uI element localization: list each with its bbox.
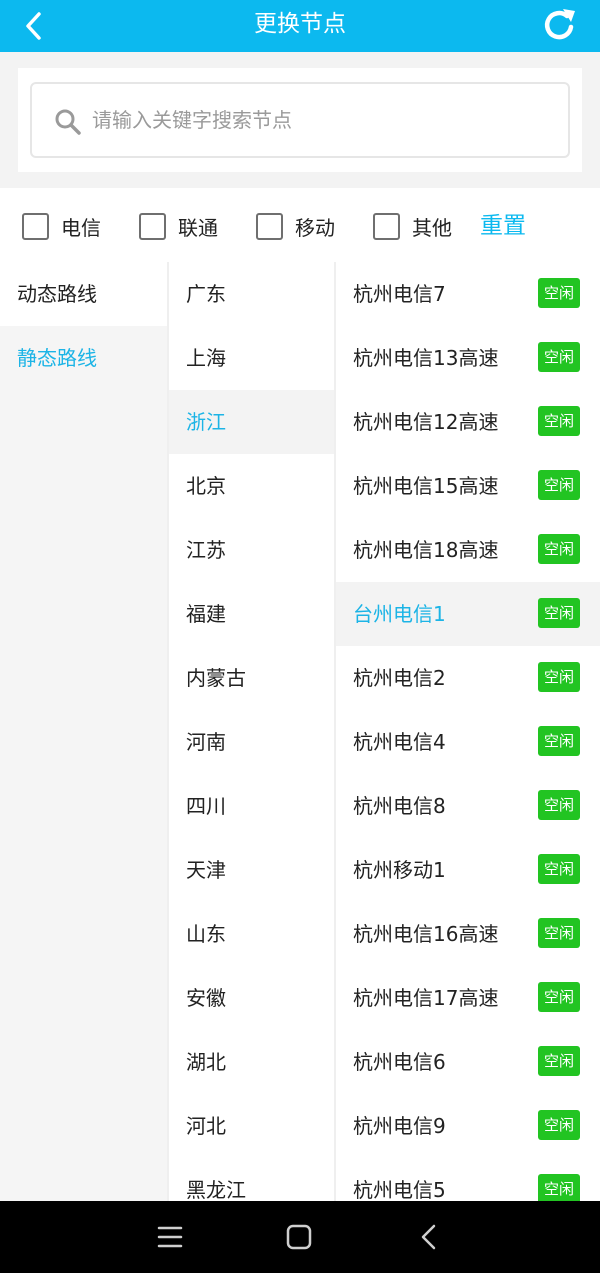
region-item[interactable]: 北京: [169, 454, 335, 518]
node-item[interactable]: 杭州电信15高速 空闲: [336, 454, 600, 518]
region-item[interactable]: 天津: [169, 838, 335, 902]
region-item[interactable]: 上海: [169, 326, 335, 390]
node-item[interactable]: 杭州电信7 空闲: [336, 262, 600, 326]
checkbox-icon[interactable]: [139, 212, 166, 240]
region-item[interactable]: 广东: [169, 262, 335, 326]
region-item[interactable]: 江苏: [169, 518, 335, 582]
route-type-dynamic[interactable]: 动态路线: [0, 262, 167, 326]
node-name: 杭州电信16高速: [353, 922, 499, 946]
filter-label: 联通: [178, 215, 218, 240]
recent-apps-icon[interactable]: [154, 1221, 186, 1253]
status-badge: 空闲: [538, 790, 580, 820]
node-item[interactable]: 杭州电信5 空闲: [336, 1158, 600, 1201]
reset-button[interactable]: 重置: [480, 206, 526, 240]
app-header: 更换节点: [0, 0, 600, 52]
node-item[interactable]: 杭州电信18高速 空闲: [336, 518, 600, 582]
status-badge: 空闲: [538, 726, 580, 756]
node-item[interactable]: 杭州电信12高速 空闲: [336, 390, 600, 454]
checkbox-icon[interactable]: [373, 212, 400, 240]
node-item-selected[interactable]: 台州电信1 空闲: [336, 582, 600, 646]
search-box[interactable]: [30, 82, 570, 158]
status-badge: 空闲: [538, 598, 580, 628]
status-badge: 空闲: [538, 1174, 580, 1201]
node-item[interactable]: 杭州电信16高速 空闲: [336, 902, 600, 966]
status-badge: 空闲: [538, 342, 580, 372]
node-name: 杭州电信6: [353, 1050, 446, 1074]
status-badge: 空闲: [538, 470, 580, 500]
node-name: 杭州电信15高速: [353, 474, 499, 498]
node-name: 杭州电信17高速: [353, 986, 499, 1010]
region-item[interactable]: 河北: [169, 1094, 335, 1158]
system-navigation-bar: [0, 1201, 600, 1273]
status-badge: 空闲: [538, 662, 580, 692]
filter-label: 电信: [61, 215, 101, 240]
route-type-list: 动态路线 静态路线: [0, 262, 167, 1201]
route-type-static[interactable]: 静态路线: [0, 326, 167, 390]
filter-checkbox-other[interactable]: 其他: [373, 210, 452, 242]
node-name: 杭州电信8: [353, 794, 446, 818]
region-item[interactable]: 安徽: [169, 966, 335, 1030]
node-item[interactable]: 杭州电信13高速 空闲: [336, 326, 600, 390]
region-item-selected[interactable]: 浙江: [169, 390, 335, 454]
region-item[interactable]: 黑龙江: [169, 1158, 335, 1201]
status-badge: 空闲: [538, 534, 580, 564]
status-badge: 空闲: [538, 854, 580, 884]
node-name: 杭州电信9: [353, 1114, 446, 1138]
search-icon: [55, 109, 81, 135]
home-icon[interactable]: [283, 1221, 315, 1253]
node-item[interactable]: 杭州电信6 空闲: [336, 1030, 600, 1094]
status-badge: 空闲: [538, 278, 580, 308]
back-icon[interactable]: [414, 1221, 446, 1253]
filter-checkbox-unicom[interactable]: 联通: [139, 210, 218, 242]
node-name: 杭州移动1: [353, 858, 446, 882]
node-name: 杭州电信13高速: [353, 346, 499, 370]
region-item[interactable]: 四川: [169, 774, 335, 838]
filter-label: 其他: [412, 215, 452, 240]
node-item[interactable]: 杭州电信4 空闲: [336, 710, 600, 774]
filter-checkbox-mobile[interactable]: 移动: [256, 210, 335, 242]
node-list[interactable]: 杭州电信7 空闲 杭州电信13高速 空闲 杭州电信12高速 空闲 杭州电信15高速 空闲…: [336, 262, 600, 1201]
node-name: 杭州电信5: [353, 1178, 446, 1201]
region-item[interactable]: 湖北: [169, 1030, 335, 1094]
node-name: 杭州电信18高速: [353, 538, 499, 562]
filter-checkbox-telecom[interactable]: 电信: [22, 210, 101, 242]
checkbox-icon[interactable]: [256, 212, 283, 240]
checkbox-icon[interactable]: [22, 212, 49, 240]
node-name: 杭州电信7: [353, 282, 446, 306]
region-item[interactable]: 河南: [169, 710, 335, 774]
carrier-filter-row: 电信 联通 移动 其他 重置: [0, 188, 600, 262]
search-input[interactable]: [92, 100, 552, 140]
node-item[interactable]: 杭州电信2 空闲: [336, 646, 600, 710]
status-badge: 空闲: [538, 918, 580, 948]
region-list[interactable]: 广东 上海 浙江 北京 江苏 福建 内蒙古 河南 四川 天津 山东 安徽 湖北 …: [169, 262, 335, 1201]
node-name: 杭州电信4: [353, 730, 446, 754]
search-section: [0, 52, 600, 188]
search-card: [18, 68, 582, 172]
status-badge: 空闲: [538, 1046, 580, 1076]
node-item[interactable]: 杭州移动1 空闲: [336, 838, 600, 902]
node-name: 杭州电信12高速: [353, 410, 499, 434]
region-item[interactable]: 内蒙古: [169, 646, 335, 710]
refresh-icon[interactable]: [540, 5, 580, 45]
status-badge: 空闲: [538, 406, 580, 436]
node-item[interactable]: 杭州电信8 空闲: [336, 774, 600, 838]
status-badge: 空闲: [538, 982, 580, 1012]
node-name: 杭州电信2: [353, 666, 446, 690]
node-item[interactable]: 杭州电信17高速 空闲: [336, 966, 600, 1030]
region-item[interactable]: 福建: [169, 582, 335, 646]
page-title: 更换节点: [254, 11, 346, 37]
node-item[interactable]: 杭州电信9 空闲: [336, 1094, 600, 1158]
region-item[interactable]: 山东: [169, 902, 335, 966]
status-badge: 空闲: [538, 1110, 580, 1140]
filter-label: 移动: [295, 215, 335, 240]
node-name: 台州电信1: [353, 602, 446, 626]
